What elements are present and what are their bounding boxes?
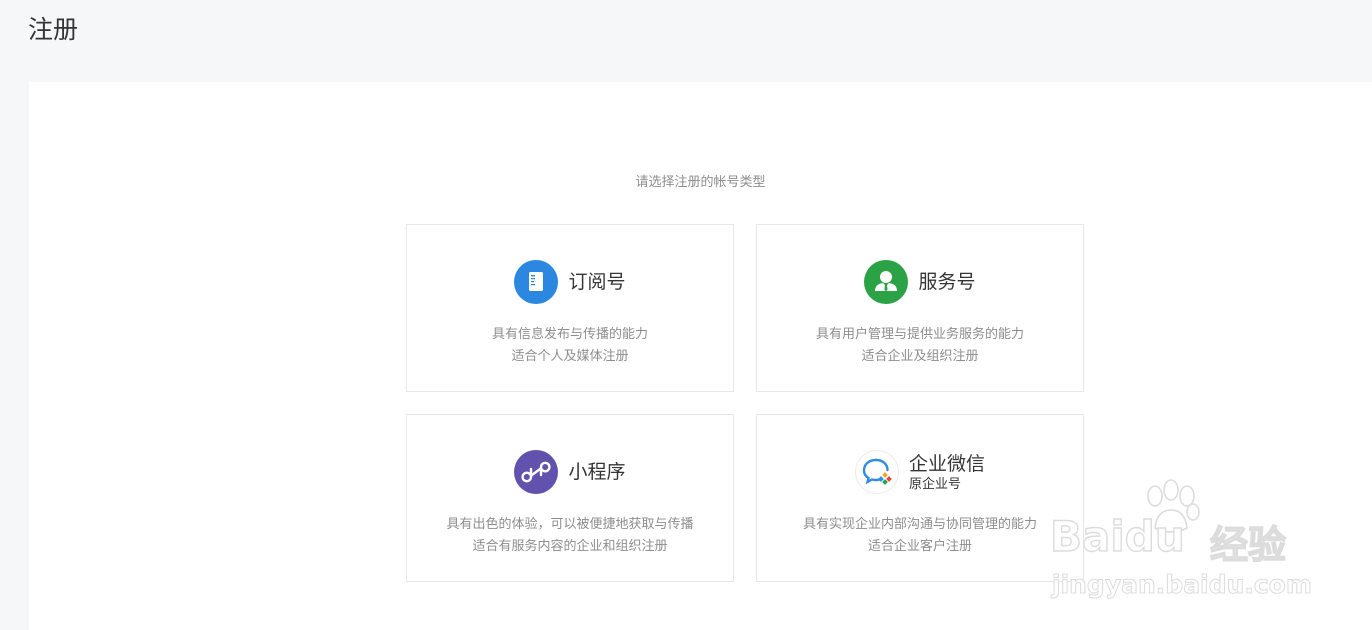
- card-mini-program[interactable]: 小程序 具有出色的体验，可以被便捷地获取与传播 适合有服务内容的企业和组织注册: [406, 414, 734, 582]
- watermark-url: jingyan.baidu.com: [1052, 570, 1313, 600]
- document-icon: [514, 260, 559, 304]
- card-subtitle-wecom: 原企业号: [908, 476, 961, 492]
- description-line-1: 具有用户管理与提供业务服务的能力: [815, 327, 1024, 342]
- card-title-wecom: 企业微信: [908, 452, 985, 475]
- card-title-service: 服务号: [918, 271, 976, 293]
- card-subscription-account[interactable]: 订阅号 具有信息发布与传播的能力 适合个人及媒体注册: [406, 224, 734, 392]
- card-service-account[interactable]: 服务号 具有用户管理与提供业务服务的能力 适合企业及组织注册: [756, 224, 1084, 392]
- baidu-jingyan-watermark: Baidu 经验 jingyan.baidu.com: [1049, 478, 1313, 608]
- card-title-subscription: 订阅号: [568, 271, 626, 293]
- card-wecom[interactable]: 企业微信 原企业号 具有实现企业内部沟通与协同管理的能力 适合企业客户注册: [756, 414, 1084, 582]
- watermark-brand: Baidu: [1049, 511, 1185, 561]
- page-title: 注册: [28, 15, 79, 44]
- description-line-2: 适合企业及组织注册: [861, 349, 979, 364]
- description-line-1: 具有出色的体验，可以被便捷地获取与传播: [446, 517, 694, 532]
- card-description: 具有出色的体验，可以被便捷地获取与传播 适合有服务内容的企业和组织注册: [407, 514, 733, 558]
- card-description: 具有用户管理与提供业务服务的能力 适合企业及组织注册: [757, 324, 1083, 368]
- account-type-prompt: 请选择注册的帐号类型: [635, 175, 766, 190]
- description-line-2: 适合有服务内容的企业和组织注册: [472, 539, 668, 554]
- card-description: 具有实现企业内部沟通与协同管理的能力 适合企业客户注册: [757, 514, 1083, 558]
- person-icon: [864, 260, 909, 304]
- mini-program-icon: [514, 450, 559, 494]
- card-description: 具有信息发布与传播的能力 适合个人及媒体注册: [407, 324, 733, 368]
- description-line-1: 具有实现企业内部沟通与协同管理的能力: [802, 517, 1037, 532]
- watermark-suffix: 经验: [1209, 522, 1287, 567]
- wecom-icon: [854, 450, 899, 494]
- card-title-mini-program: 小程序: [568, 461, 626, 483]
- description-line-1: 具有信息发布与传播的能力: [491, 327, 648, 342]
- description-line-2: 适合个人及媒体注册: [511, 349, 629, 364]
- description-line-2: 适合企业客户注册: [867, 539, 972, 554]
